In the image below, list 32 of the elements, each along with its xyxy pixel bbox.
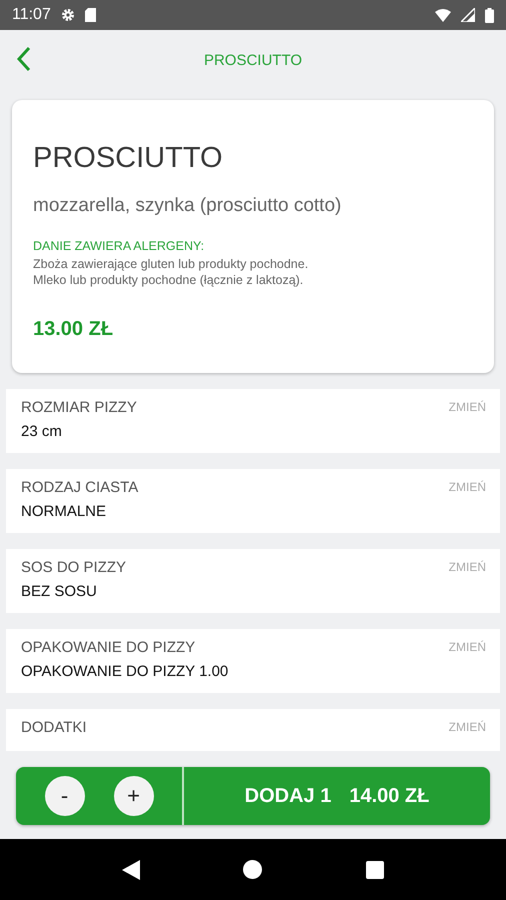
option-value: 23 cm bbox=[21, 423, 63, 440]
option-row[interactable]: ROZMIAR PIZZY ZMIEŃ 23 cm bbox=[6, 389, 500, 453]
option-title: SOS DO PIZZY bbox=[21, 559, 128, 576]
option-value: NORMALNE bbox=[21, 503, 108, 520]
back-nav-button[interactable] bbox=[122, 860, 140, 880]
sd-card-icon bbox=[84, 8, 96, 22]
allergen-text: Zboża zawierające gluten lub produkty pochodne. bbox=[33, 256, 310, 272]
home-nav-button[interactable] bbox=[243, 860, 262, 879]
option-row[interactable]: DODATKI ZMIEŃ bbox=[6, 709, 500, 751]
option-title: DODATKI bbox=[21, 719, 88, 736]
option-value: OPAKOWANIE DO PIZZY 1.00 bbox=[21, 663, 230, 680]
screen-title: PROSCIUTTO bbox=[204, 52, 302, 68]
recents-nav-button[interactable] bbox=[366, 860, 384, 878]
increase-button[interactable]: + bbox=[114, 776, 154, 816]
allergens-heading: DANIE ZAWIERA ALERGENY: bbox=[33, 239, 206, 253]
option-row[interactable]: OPAKOWANIE DO PIZZY ZMIEŃ OPAKOWANIE DO PIZZY 1.00 bbox=[6, 629, 500, 693]
signal-icon bbox=[461, 8, 475, 22]
option-title: OPAKOWANIE DO PIZZY bbox=[21, 639, 196, 656]
option-title: ROZMIAR PIZZY bbox=[21, 399, 138, 416]
product-ingredients: mozzarella, szynka (prosciutto cotto) bbox=[33, 195, 342, 217]
allergen-text: Mleko lub produkty pochodne (łącznie z laktozą). bbox=[33, 272, 304, 288]
product-price: 13.00 ZŁ bbox=[33, 318, 114, 341]
wifi-icon bbox=[435, 8, 451, 22]
product-name: PROSCIUTTO bbox=[33, 142, 224, 175]
option-row[interactable]: SOS DO PIZZY ZMIEŃ BEZ SOSU bbox=[6, 549, 500, 613]
option-value: BEZ SOSU bbox=[21, 583, 98, 600]
battery-icon bbox=[485, 8, 494, 22]
option-row[interactable]: RODZAJ CIASTA ZMIEŃ NORMALNE bbox=[6, 469, 500, 533]
status-time: 11:07 bbox=[12, 6, 51, 24]
option-title: RODZAJ CIASTA bbox=[21, 479, 140, 496]
settings-icon bbox=[60, 8, 75, 22]
decrease-button[interactable]: - bbox=[44, 776, 84, 816]
